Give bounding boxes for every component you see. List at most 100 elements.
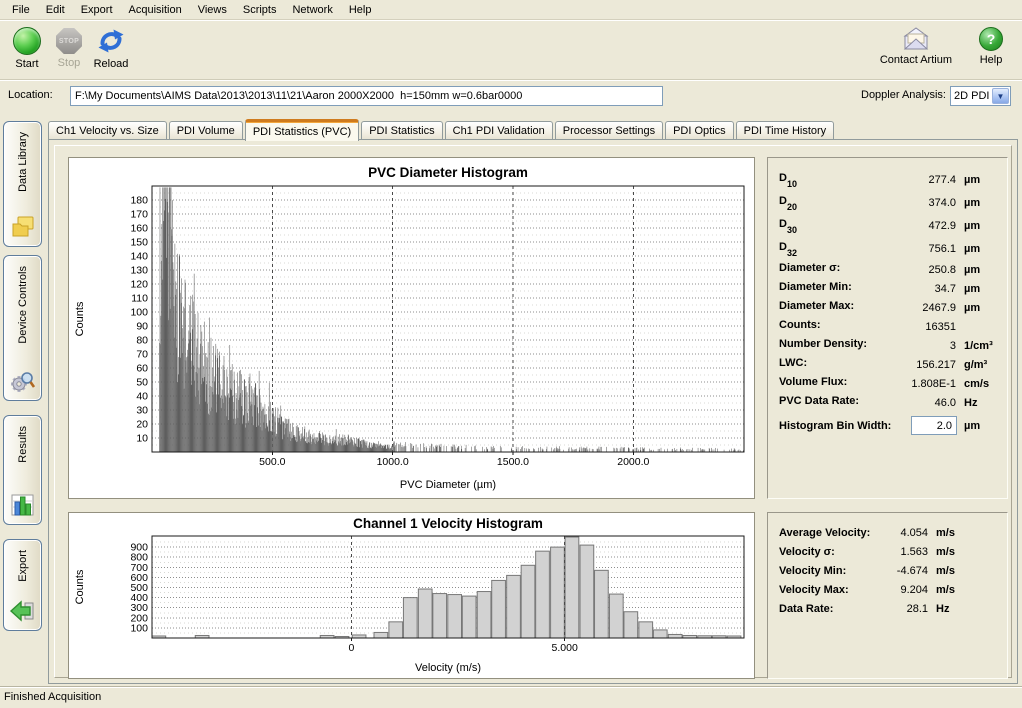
status-bar: Finished Acquisition <box>0 686 1022 708</box>
stat-value: 9.204 <box>900 584 928 596</box>
svg-text:5.000: 5.000 <box>552 642 578 654</box>
stat-value: -4.674 <box>897 565 928 577</box>
svg-text:20: 20 <box>136 419 148 431</box>
stop-button[interactable]: STOP Stop <box>48 27 90 70</box>
svg-text:140: 140 <box>130 251 148 263</box>
stat-unit: µm <box>964 220 980 232</box>
stat-value: 1.808E-1 <box>911 378 956 390</box>
velocity-stats-panel: Average Velocity: 4.054 m/s Velocity σ: … <box>767 512 1008 679</box>
svg-text:Velocity (m/s): Velocity (m/s) <box>415 662 481 674</box>
stat-row: Volume Flux: 1.808E-1 cm/s <box>768 374 1007 393</box>
start-button[interactable]: Start <box>6 27 48 70</box>
tab[interactable]: Ch1 PDI Validation <box>445 121 553 140</box>
tab[interactable]: PDI Volume <box>169 121 243 140</box>
stat-value: 472.9 <box>928 220 956 232</box>
sidebar-item-results[interactable]: Results <box>3 415 42 525</box>
stat-label: Counts: <box>779 319 821 333</box>
pvc-stats-rows: D10 277.4 µm D20 374.0 µm <box>768 168 1007 412</box>
location-input[interactable] <box>70 86 663 106</box>
menu-item[interactable]: Network <box>284 2 340 18</box>
sidebar-item-data-library[interactable]: Data Library <box>3 121 42 247</box>
stat-unit: m/s <box>936 546 955 558</box>
pvc-histogram-chart: 1020304050607080901001101201301401501601… <box>69 158 754 498</box>
stat-unit: µm <box>964 302 980 314</box>
stat-unit: 1/cm³ <box>964 340 993 352</box>
tab[interactable]: Ch1 Velocity vs. Size <box>48 121 167 140</box>
stat-value: 756.1 <box>928 243 956 255</box>
stat-label: Average Velocity: <box>779 527 870 539</box>
menu-item[interactable]: Help <box>341 2 380 18</box>
tab-panel: 1020304050607080901001101201301401501601… <box>48 139 1018 684</box>
stat-label: Number Density: <box>779 338 867 352</box>
doppler-analysis-select[interactable]: 2D PDI ▼ <box>950 86 1011 106</box>
pvc-stats-panel: D10 277.4 µm D20 374.0 µm <box>767 157 1008 499</box>
stat-value: 3 <box>950 340 956 352</box>
tab[interactable]: PDI Time History <box>736 121 835 140</box>
stat-label: Diameter σ: <box>779 262 840 276</box>
svg-text:10: 10 <box>136 433 148 445</box>
stop-button-label: Stop <box>58 57 81 69</box>
tab-label: PDI Statistics <box>369 125 434 137</box>
stat-value: 46.0 <box>935 397 956 409</box>
menu-bar: FileEditExportAcquisitionViewsScriptsNet… <box>0 0 1022 20</box>
stat-row: D10 277.4 µm <box>768 168 1007 191</box>
stat-row: Velocity Min: -4.674 m/s <box>768 561 1007 580</box>
stat-unit: µm <box>964 283 980 295</box>
stat-label: D10 <box>779 172 797 186</box>
svg-text:0: 0 <box>348 642 354 654</box>
menu-item[interactable]: Views <box>190 2 235 18</box>
help-icon: ? <box>979 27 1003 51</box>
stat-value: 16351 <box>925 321 956 333</box>
menu-item[interactable]: Acquisition <box>121 2 190 18</box>
stat-value: 277.4 <box>928 174 956 186</box>
help-button[interactable]: ? Help <box>970 27 1012 66</box>
sidebar-item-device-controls[interactable]: Device Controls <box>3 255 42 401</box>
export-arrow-icon <box>9 598 36 624</box>
contact-artium-button[interactable]: Contact Artium <box>876 27 956 66</box>
svg-text:900: 900 <box>130 542 148 554</box>
tab[interactable]: PDI Statistics <box>361 121 442 140</box>
bin-width-input[interactable] <box>911 416 957 435</box>
histogram-bin-width-row: Histogram Bin Width: µm <box>768 414 1007 438</box>
stat-label: PVC Data Rate: <box>779 395 859 409</box>
stat-row: D30 472.9 µm <box>768 214 1007 237</box>
stat-unit: µm <box>964 264 980 276</box>
svg-text:1000.0: 1000.0 <box>377 456 409 468</box>
toolbar-right-group: Contact Artium ? Help <box>876 21 1012 66</box>
tab[interactable]: Processor Settings <box>555 121 663 140</box>
svg-text:160: 160 <box>130 223 148 235</box>
svg-text:PVC Diameter (µm): PVC Diameter (µm) <box>400 479 496 491</box>
menu-item[interactable]: Export <box>73 2 121 18</box>
stat-label: Diameter Min: <box>779 281 852 295</box>
stat-label: Diameter Max: <box>779 300 854 314</box>
menu-item[interactable]: Scripts <box>235 2 285 18</box>
toolbar: Start STOP Stop Reload Contact Artium <box>0 21 1022 80</box>
stat-label: LWC: <box>779 357 807 371</box>
stat-unit: Hz <box>964 397 977 409</box>
velocity-histogram-chart: 10020030040050060070080090005.000Channel… <box>69 513 754 678</box>
svg-text:180: 180 <box>130 195 148 207</box>
sidebar-item-export[interactable]: Export <box>3 539 42 631</box>
stop-icon: STOP <box>56 28 82 54</box>
tab[interactable]: PDI Optics <box>665 121 734 140</box>
menu-item[interactable]: File <box>4 2 38 18</box>
location-label: Location: <box>8 89 53 101</box>
gear-magnifier-icon <box>9 368 36 394</box>
pvc-histogram-panel: 1020304050607080901001101201301401501601… <box>68 157 755 499</box>
svg-text:130: 130 <box>130 265 148 277</box>
stat-row: Diameter Min: 34.7 µm <box>768 279 1007 298</box>
menu-item[interactable]: Edit <box>38 2 73 18</box>
help-button-label: Help <box>980 54 1003 66</box>
svg-text:80: 80 <box>136 335 148 347</box>
stat-row: Average Velocity: 4.054 m/s <box>768 523 1007 542</box>
stat-value: 156.217 <box>916 359 956 371</box>
svg-text:90: 90 <box>136 321 148 333</box>
stat-unit: µm <box>964 197 980 209</box>
stat-unit: m/s <box>936 584 955 596</box>
tab[interactable]: PDI Statistics (PVC) <box>245 119 359 141</box>
folders-icon <box>9 214 36 240</box>
stat-row: Velocity Max: 9.204 m/s <box>768 580 1007 599</box>
reload-button[interactable]: Reload <box>90 27 132 70</box>
start-icon <box>13 27 41 55</box>
stat-label: Velocity Min: <box>779 565 846 577</box>
